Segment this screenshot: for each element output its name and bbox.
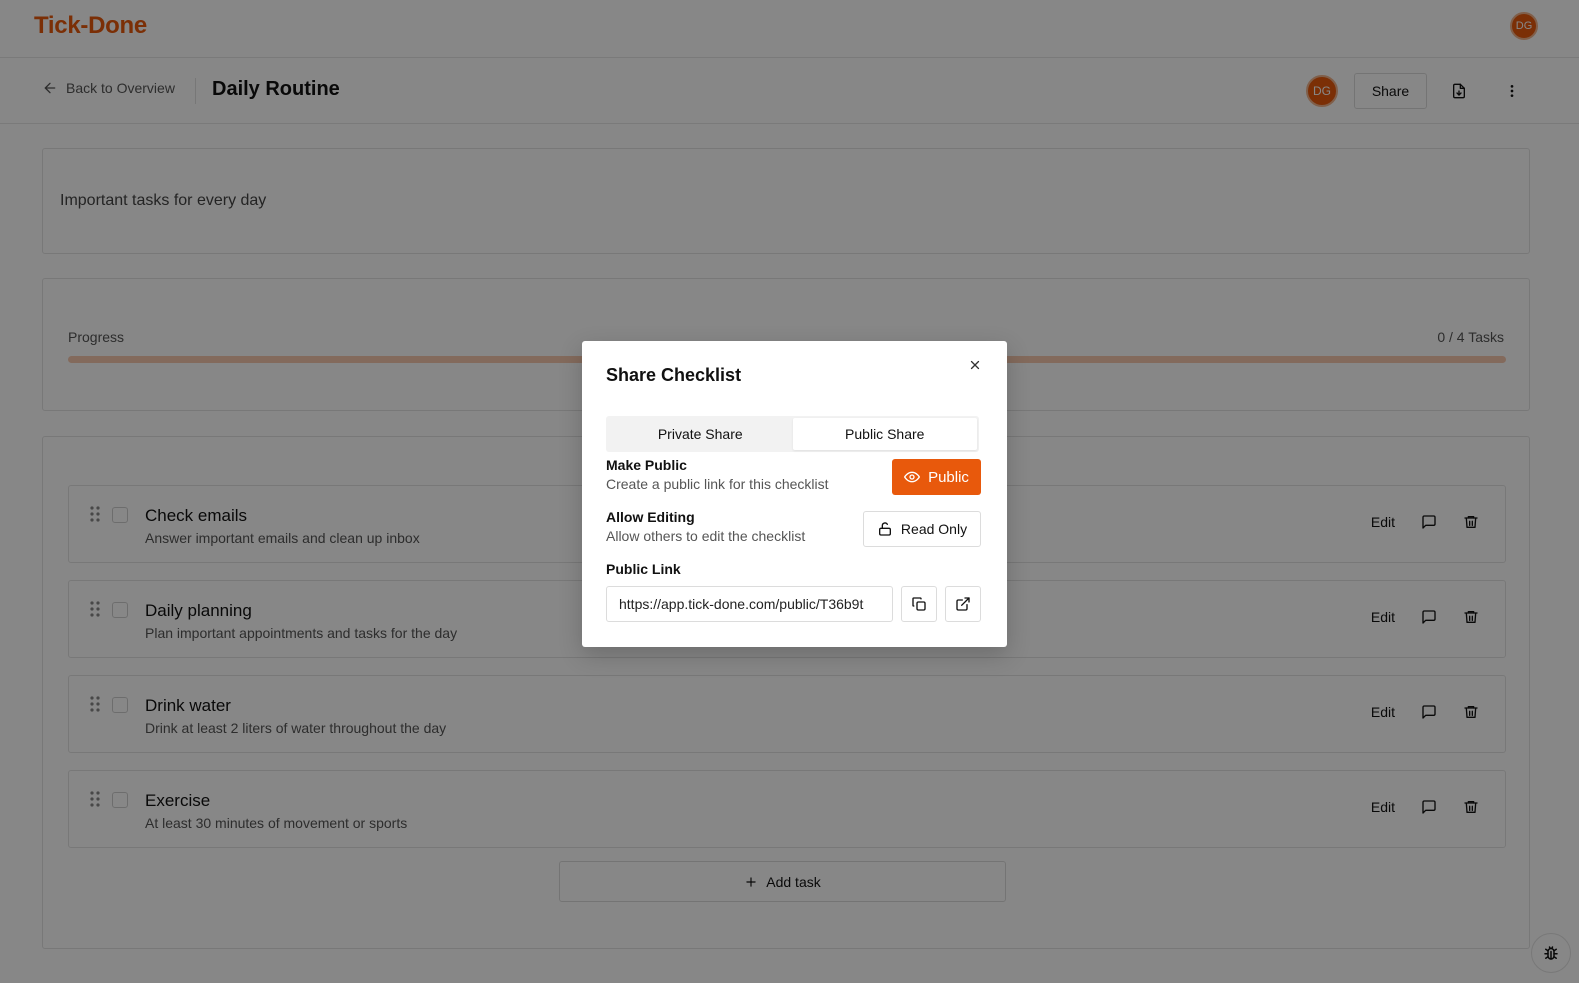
public-link-input[interactable]	[606, 586, 893, 622]
external-link-icon	[956, 597, 970, 611]
read-only-toggle-button[interactable]: Read Only	[863, 511, 981, 547]
unlock-icon	[878, 522, 891, 536]
close-button[interactable]	[968, 358, 984, 374]
copy-link-button[interactable]	[901, 586, 937, 622]
allow-editing-help: Allow others to edit the checklist	[606, 528, 806, 544]
share-mode-tabs: Private Share Public Share	[606, 416, 979, 452]
tab-public-share[interactable]: Public Share	[792, 418, 977, 450]
allow-editing-label: Allow Editing	[606, 509, 695, 525]
copy-icon	[912, 597, 926, 611]
public-toggle-label: Public	[928, 468, 969, 486]
public-toggle-button[interactable]: Public	[892, 459, 981, 495]
eye-icon	[904, 471, 921, 483]
dialog-title: Share Checklist	[606, 365, 742, 385]
close-icon	[970, 360, 980, 370]
make-public-label: Make Public	[606, 457, 687, 473]
share-checklist-dialog: Share Checklist Private Share Public Sha…	[582, 341, 1007, 647]
read-only-toggle-label: Read Only	[900, 521, 968, 537]
open-link-button[interactable]	[945, 586, 981, 622]
public-link-label: Public Link	[606, 561, 681, 577]
tab-private-share[interactable]: Private Share	[608, 418, 793, 450]
make-public-help: Create a public link for this checklist	[606, 476, 829, 492]
